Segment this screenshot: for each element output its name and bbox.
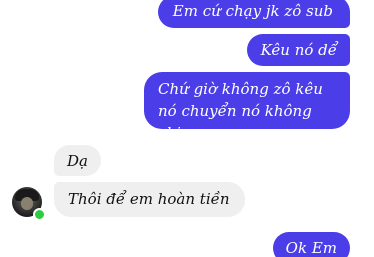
online-status-icon: [33, 208, 46, 221]
incoming-message-bubble[interactable]: Thôi để em hoàn tiền: [54, 182, 245, 217]
outgoing-message-bubble[interactable]: Ok Em: [272, 232, 350, 257]
chat-thread: Em cứ chạy jk zô sub Kêu nó dể Chứ giờ k…: [0, 0, 374, 257]
incoming-message-bubble[interactable]: Dạ: [54, 145, 101, 176]
message-text: Thôi để em hoàn tiền: [68, 190, 230, 208]
message-text: Ok Em: [285, 239, 337, 257]
outgoing-message-bubble[interactable]: Em cứ chạy jk zô sub: [157, 0, 350, 28]
outgoing-message-bubble[interactable]: Chứ giờ không zô kêu nó chuyển nó không …: [144, 72, 350, 142]
message-text: Dạ: [67, 152, 88, 170]
message-text: Chứ giờ không zô kêu nó chuyển nó không …: [158, 80, 323, 142]
contact-avatar[interactable]: [12, 187, 46, 221]
outgoing-message-bubble[interactable]: Kêu nó dể: [246, 34, 350, 66]
message-text: Kêu nó dể: [260, 41, 337, 59]
message-text: Em cứ chạy jk zô sub: [172, 2, 333, 20]
